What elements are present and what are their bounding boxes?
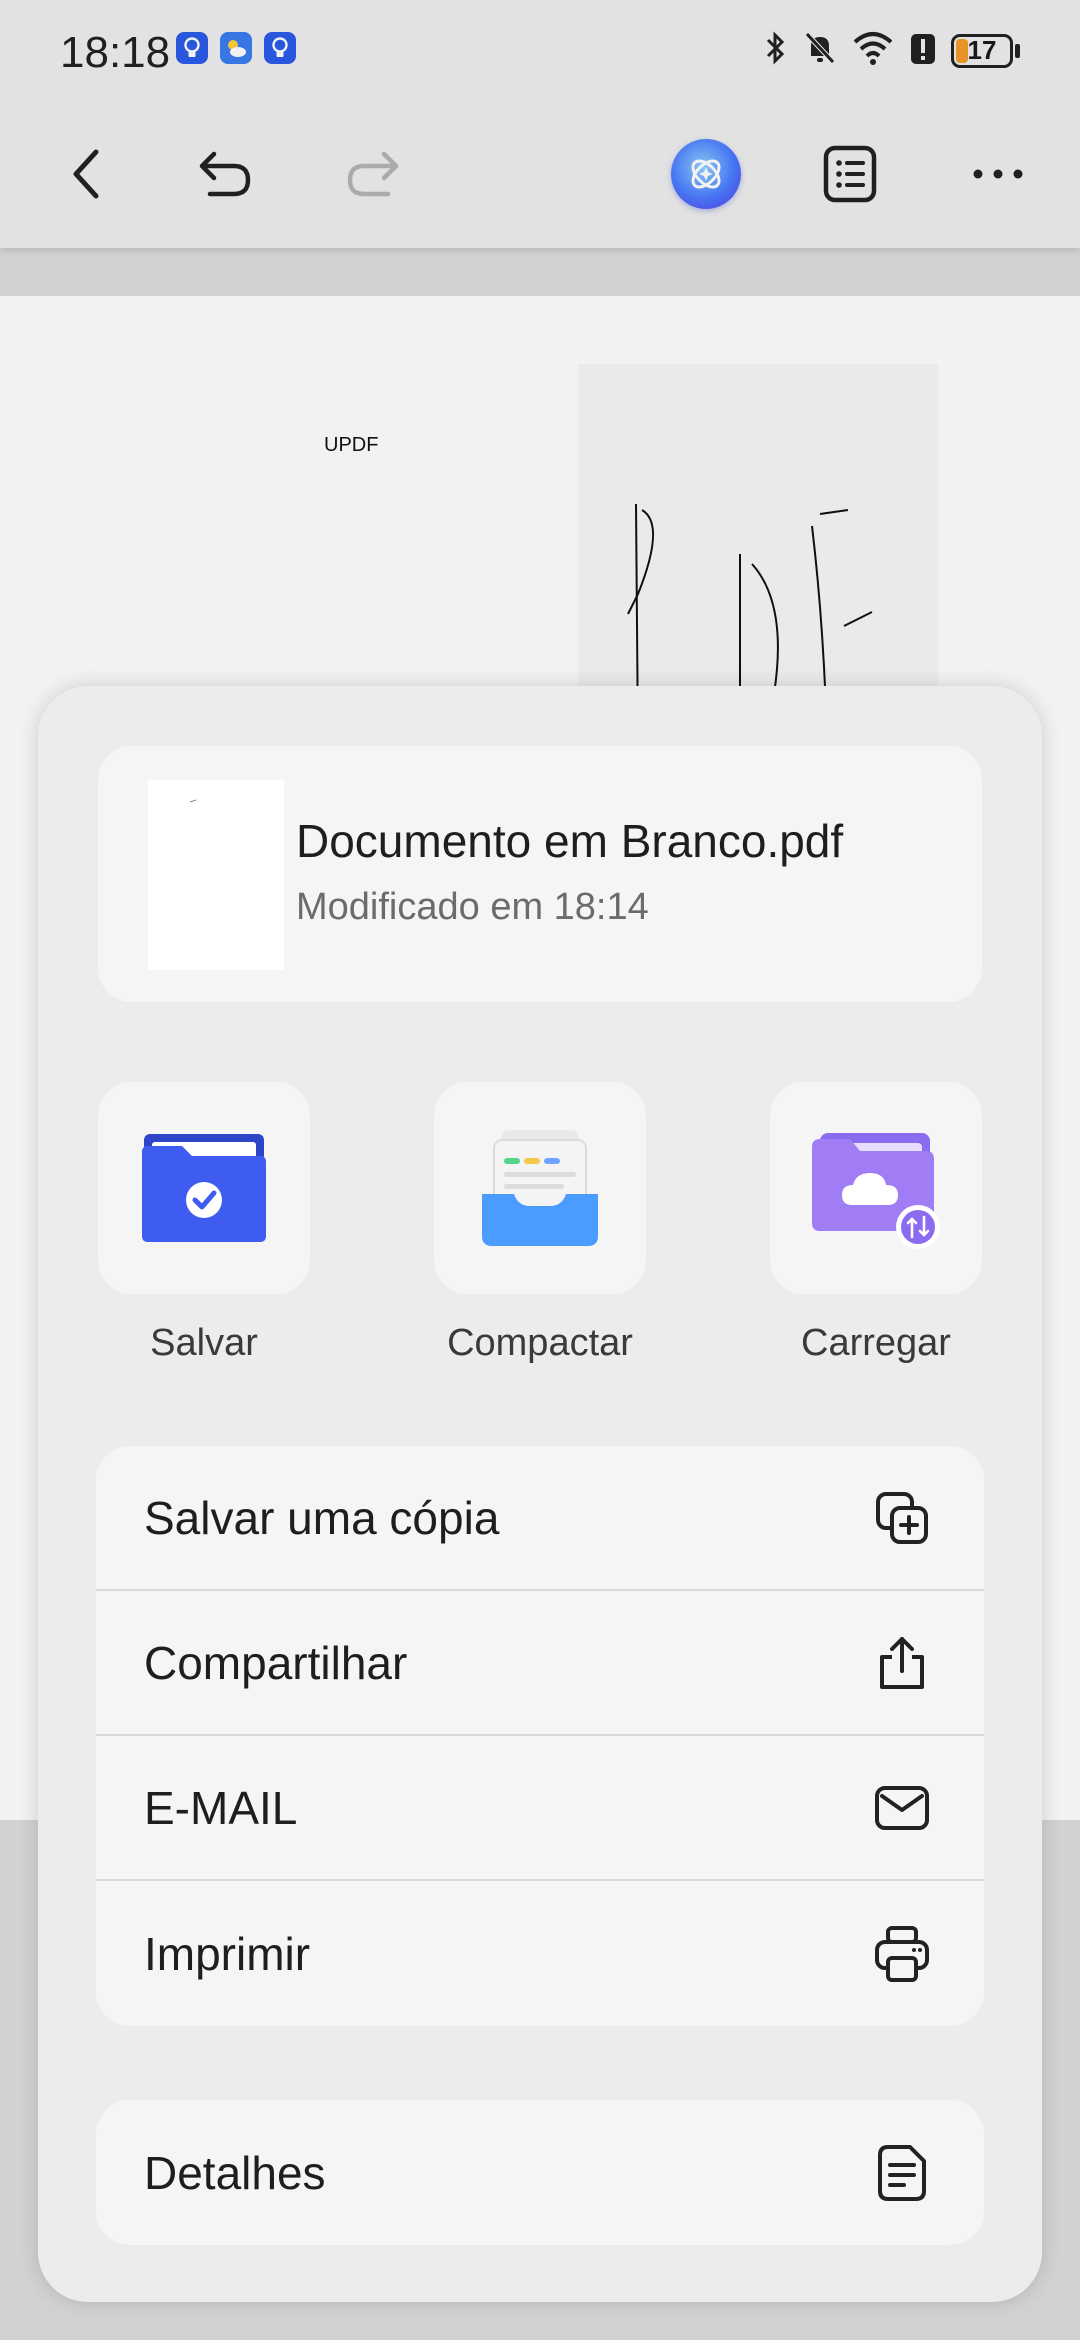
document-lines-icon [872,2143,932,2203]
action-label: Compactar [447,1322,633,1364]
menu-item-label: Detalhes [144,2146,326,2199]
file-info-card: Documento em Branco.pdf Modificado em 18… [98,746,982,1002]
compress-action[interactable]: Compactar [420,1082,660,1365]
action-label: Salvar [150,1322,258,1364]
menu-item-label: E-MAIL [144,1781,298,1834]
upload-action[interactable]: Carregar [756,1082,996,1365]
compress-tray-icon [482,1130,598,1246]
copy-plus-icon [872,1488,932,1548]
save-action[interactable]: Salvar [84,1082,324,1365]
menu-item-label: Imprimir [144,1927,311,1980]
details-item[interactable]: Detalhes [96,2100,984,2245]
file-menu-list: Salvar uma cópia Compartilhar E-MAIL Imp… [96,1446,984,2026]
file-options-sheet: Documento em Branco.pdf Modificado em 18… [38,686,1042,2302]
share-item[interactable]: Compartilhar [96,1591,984,1736]
email-item[interactable]: E-MAIL [96,1736,984,1881]
menu-item-label: Salvar uma cópia [144,1491,500,1544]
print-item[interactable]: Imprimir [96,1881,984,2026]
details-menu: Detalhes [96,2100,984,2245]
share-icon [872,1633,932,1693]
save-folder-icon [142,1134,266,1242]
mail-icon [872,1778,932,1838]
menu-item-label: Compartilhar [144,1636,408,1689]
file-name: Documento em Branco.pdf [296,815,844,867]
file-modified: Modificado em 18:14 [296,886,649,928]
action-label: Carregar [801,1322,951,1364]
cloud-upload-folder-icon [812,1133,940,1249]
save-copy-item[interactable]: Salvar uma cópia [96,1446,984,1591]
file-thumbnail [148,780,284,970]
printer-icon [872,1924,932,1984]
